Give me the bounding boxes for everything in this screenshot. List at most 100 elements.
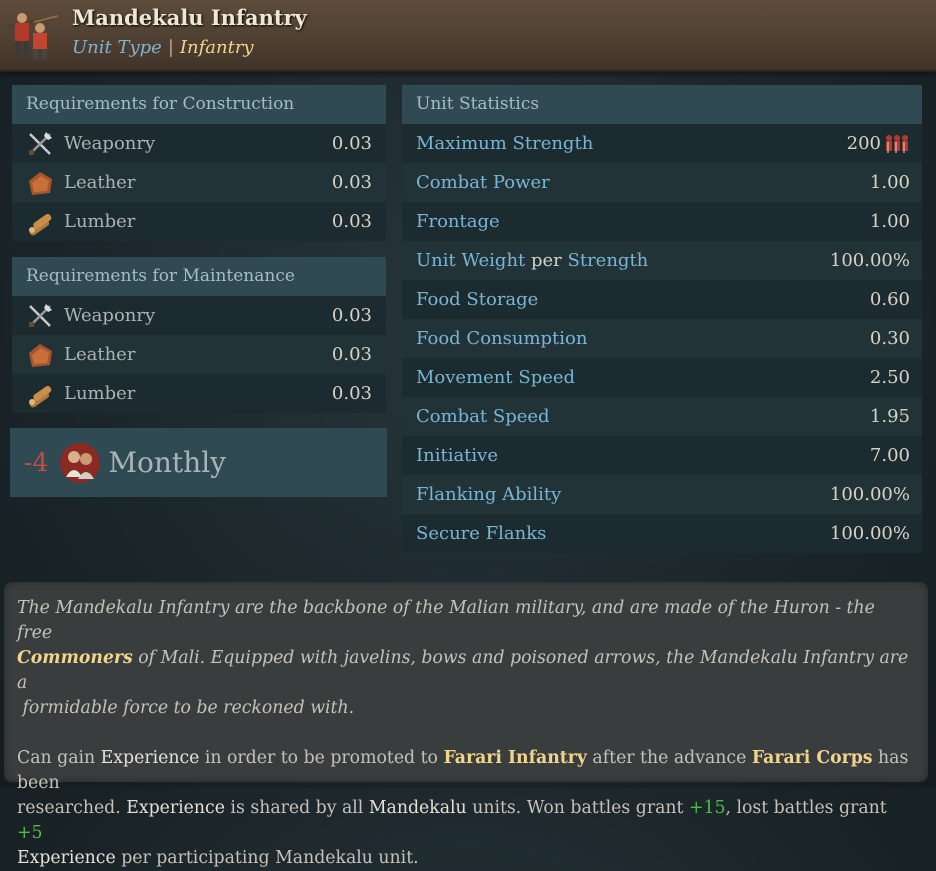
promotion-text-part: after the advance (586, 748, 752, 768)
promotion-text-part: per participating Mandekalu unit. (115, 848, 419, 868)
maintenance-weaponry-label: Weaponry (64, 305, 156, 326)
maintenance-leather-label: Leather (64, 344, 136, 365)
stat-label: Flanking Ability (416, 484, 562, 505)
flavor-text-part: of Mali. Equipped with javelins, bows an… (17, 648, 909, 693)
construction-row-weaponry[interactable]: Weaponry 0.03 (12, 124, 386, 163)
stat-row-initiative[interactable]: Initiative 7.00 (402, 436, 922, 475)
stat-row-food-storage[interactable]: Food Storage 0.60 (402, 280, 922, 319)
stat-label: Food Consumption (416, 328, 588, 349)
flavor-text-part: formidable force to be reckoned with. (22, 698, 355, 718)
promotion-text-part: researched. (17, 798, 127, 818)
mandekalu-link[interactable]: Mandekalu (369, 798, 467, 818)
stat-label: Secure Flanks (416, 523, 547, 544)
flavor-text-part: The Mandekalu Infantry are the backbone … (17, 598, 875, 643)
promotion-text-part: Can gain (17, 748, 101, 768)
maintenance-row-weaponry[interactable]: Weaponry 0.03 (12, 296, 386, 335)
maintenance-lumber-value: 0.03 (331, 383, 372, 404)
construction-leather-value: 0.03 (331, 172, 372, 193)
stat-row-frontage[interactable]: Frontage 1.00 (402, 202, 922, 241)
stat-label: Movement Speed (416, 367, 576, 388)
stat-value: 100.00% (829, 250, 910, 271)
stat-row-unit-weight-per-strength[interactable]: Unit Weight per Strength 100.00% (402, 241, 922, 280)
farari-infantry-link[interactable]: Farari Infantry (443, 748, 586, 768)
unit-type-separator: | (167, 37, 174, 58)
experience-link[interactable]: Experience (17, 848, 116, 868)
stat-label: Combat Speed (416, 406, 550, 427)
maintenance-leather-value: 0.03 (331, 344, 372, 365)
stat-value: 1.00 (869, 211, 910, 232)
unit-type-line: Unit Type | Infantry (72, 37, 254, 58)
stat-label-part: Unit Weight (416, 250, 526, 271)
unit-type-label: Unit Type (72, 37, 162, 58)
stat-label: Initiative (416, 445, 498, 466)
stat-row-combat-speed[interactable]: Combat Speed 1.95 (402, 397, 922, 436)
stat-row-food-consumption[interactable]: Food Consumption 0.30 (402, 319, 922, 358)
maintenance-row-lumber[interactable]: Lumber 0.03 (12, 374, 386, 413)
stat-value: 100.00% (829, 523, 910, 544)
stat-row-secure-flanks[interactable]: Secure Flanks 100.00% (402, 514, 922, 553)
lumber-icon (29, 213, 52, 235)
stat-label: Combat Power (416, 172, 550, 193)
lumber-icon (29, 385, 52, 407)
stat-value: 0.60 (869, 289, 910, 310)
stat-value: 1.00 (869, 172, 910, 193)
monthly-population-cost[interactable]: -4 Monthly (10, 428, 387, 497)
construction-weaponry-label: Weaponry (64, 133, 156, 154)
population-icon (60, 442, 101, 483)
maintenance-panel-title: Requirements for Maintenance (12, 257, 386, 296)
stat-label: Food Storage (416, 289, 539, 310)
construction-weaponry-value: 0.03 (331, 133, 372, 154)
construction-requirements-panel: Requirements for Construction Weaponry 0… (12, 85, 386, 241)
construction-leather-label: Leather (64, 172, 136, 193)
stat-label: Maximum Strength (416, 133, 594, 154)
stat-value: 7.00 (869, 445, 910, 466)
stat-row-combat-power[interactable]: Combat Power 1.00 (402, 163, 922, 202)
stat-row-maximum-strength[interactable]: Maximum Strength 200 (402, 124, 922, 163)
unit-type-value[interactable]: Infantry (180, 37, 254, 58)
experience-link[interactable]: Experience (126, 798, 225, 818)
stat-label: Unit Weight per Strength (416, 250, 830, 271)
construction-panel-title: Requirements for Construction (12, 85, 386, 124)
stat-value: 200 (846, 133, 881, 154)
weaponry-icon (29, 303, 52, 327)
stat-value: 2.50 (869, 367, 910, 388)
stat-label-part: per (531, 250, 562, 271)
construction-lumber-label: Lumber (64, 211, 136, 232)
stat-row-movement-speed[interactable]: Movement Speed 2.50 (402, 358, 922, 397)
construction-lumber-value: 0.03 (331, 211, 372, 232)
promotion-text-part: is shared by all (224, 798, 369, 818)
maintenance-lumber-label: Lumber (64, 383, 136, 404)
farari-corps-link[interactable]: Farari Corps (752, 748, 873, 768)
stat-value: 100.00% (829, 484, 910, 505)
construction-row-leather[interactable]: Leather 0.03 (12, 163, 386, 202)
flavor-text: The Mandekalu Infantry are the backbone … (17, 596, 915, 721)
promotion-text-part: , lost battles grant (725, 798, 887, 818)
unit-statistics-title: Unit Statistics (402, 85, 922, 124)
experience-link[interactable]: Experience (101, 748, 200, 768)
unit-description: The Mandekalu Infantry are the backbone … (4, 582, 928, 868)
stat-row-flanking-ability[interactable]: Flanking Ability 100.00% (402, 475, 922, 514)
unit-statistics-panel: Unit Statistics Maximum Strength 200 Com… (402, 85, 922, 553)
weaponry-icon (29, 131, 52, 155)
maintenance-weaponry-value: 0.03 (331, 305, 372, 326)
stat-value: 1.95 (869, 406, 910, 427)
infantry-unit-icon (7, 13, 59, 59)
leather-icon (29, 171, 52, 195)
promotion-text-part: units. Won battles grant (466, 798, 689, 818)
stat-label-part: Strength (567, 250, 649, 271)
commoners-link[interactable]: Commoners (17, 648, 133, 668)
unit-name: Mandekalu Infantry (72, 5, 307, 30)
soldiers-icon (886, 134, 908, 153)
promotion-text: Can gain Experience in order to be promo… (17, 746, 915, 871)
leather-icon (29, 343, 52, 367)
lost-battle-experience: +5 (17, 823, 43, 843)
maintenance-row-leather[interactable]: Leather 0.03 (12, 335, 386, 374)
unit-header: Mandekalu Infantry Unit Type | Infantry (0, 0, 936, 72)
won-battle-experience: +15 (688, 798, 726, 818)
monthly-cost-value: -4 (24, 448, 49, 477)
stat-value: 0.30 (869, 328, 910, 349)
stat-label: Frontage (416, 211, 500, 232)
maintenance-requirements-panel: Requirements for Maintenance Weaponry 0.… (12, 257, 386, 413)
construction-row-lumber[interactable]: Lumber 0.03 (12, 202, 386, 241)
monthly-label: Monthly (108, 446, 226, 479)
